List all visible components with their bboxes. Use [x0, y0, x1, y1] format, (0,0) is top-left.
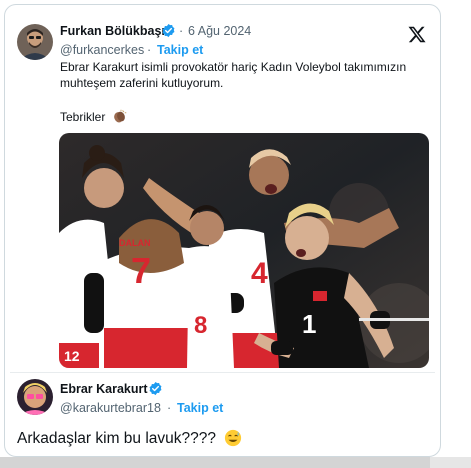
tweet-dot: ·: [179, 24, 184, 38]
furkan-handle[interactable]: @furkancerkes: [60, 43, 144, 57]
tweet-text-line3: Tebrikler: [60, 109, 127, 129]
jersey-number-8: 8: [194, 312, 207, 339]
ebrar-handle[interactable]: @karakurtebrar18: [60, 401, 161, 415]
scrollbar-thumb[interactable]: [0, 457, 430, 468]
follow-ebrar-button[interactable]: Takip et: [177, 401, 223, 415]
reply-text: Arkadaşlar kim bu lavuk????: [17, 429, 242, 452]
tweet-text-line2: muhteşem zaferini kutluyorum.: [60, 76, 224, 90]
jersey-number-12: 12: [64, 348, 80, 364]
furkan-avatar[interactable]: [17, 24, 53, 60]
horizontal-scrollbar[interactable]: [0, 457, 471, 468]
furkan-author-name[interactable]: Furkan Bölükbaşı: [60, 24, 165, 38]
ebrar-avatar[interactable]: [17, 379, 53, 415]
handle-dot: ·: [147, 43, 152, 57]
tweet-divider: [10, 372, 435, 373]
jersey-number-1: 1: [302, 309, 316, 339]
verified-badge-icon: [148, 381, 163, 401]
tweet-text-line1: Ebrar Karakurt isimli provokatör hariç K…: [60, 60, 407, 74]
x-logo-icon[interactable]: [407, 25, 427, 49]
tebrikler-text: Tebrikler: [60, 110, 106, 124]
ebrar-author-name[interactable]: Ebrar Karakurt: [60, 382, 148, 396]
jersey-number-4: 4: [251, 257, 268, 290]
tweet-photo[interactable]: 12 4 7 DALAN 8 1: [59, 133, 429, 368]
reply-text-content: Arkadaşlar kim bu lavuk????: [17, 430, 217, 447]
sweat-smile-emoji: [224, 429, 242, 452]
jersey-name: DALAN: [119, 238, 151, 248]
jersey-number-7: 7: [131, 250, 151, 291]
clapping-hands-emoji: [112, 109, 127, 129]
verified-badge-icon: [161, 23, 176, 43]
tweet-date[interactable]: 6 Ağu 2024: [188, 24, 251, 38]
follow-furkan-button[interactable]: Takip et: [157, 43, 203, 57]
ebrar-handle-dot: ·: [167, 401, 172, 415]
embedded-tweet-card[interactable]: Furkan Bölükbaşı · 6 Ağu 2024 @furkancer…: [4, 4, 441, 457]
